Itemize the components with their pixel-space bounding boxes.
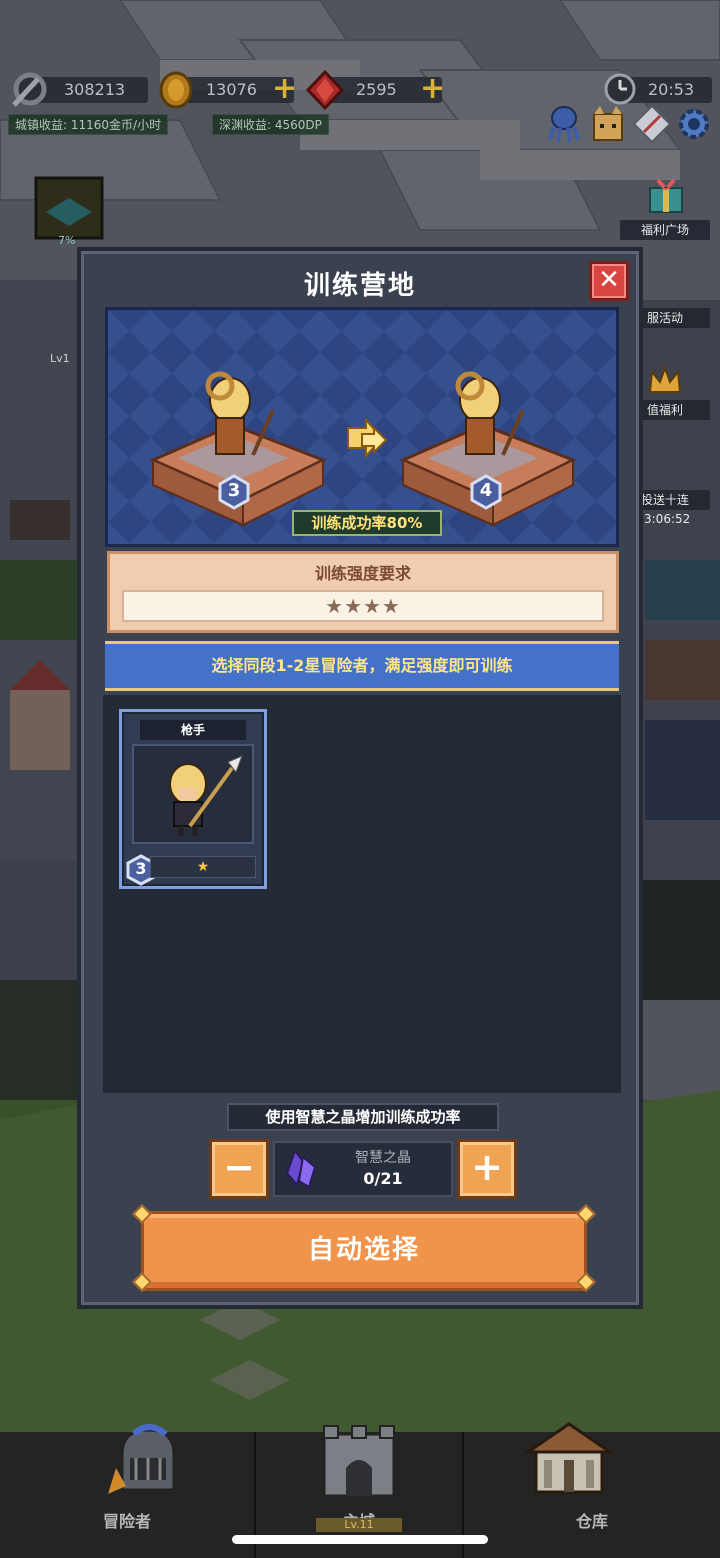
sword-shield-icon	[12, 72, 47, 107]
crystal-counter: 智慧之晶 0/21	[273, 1141, 453, 1197]
power-resource: 308213	[12, 72, 148, 107]
tier-before-label: 3	[227, 480, 241, 501]
power-value: 308213	[64, 80, 126, 99]
nav-main-city-level: Lv.11	[316, 1518, 402, 1532]
crystal-minus-button[interactable]: −	[209, 1139, 269, 1199]
cat-helper-icon[interactable]	[588, 104, 628, 144]
candidate-portrait	[132, 744, 254, 844]
close-button[interactable]: ✕	[589, 261, 629, 301]
candidate-list: 枪手 3 ★	[103, 695, 621, 1093]
build-progress-label: 7%	[58, 234, 76, 247]
clock-icon	[604, 73, 636, 105]
settings-gear-icon[interactable]	[674, 104, 714, 144]
crystal-name: 智慧之晶	[355, 1150, 411, 1166]
squid-icon[interactable]	[544, 104, 584, 144]
nav-adventurers-label: 冒险者	[102, 1512, 151, 1531]
close-icon: ✕	[598, 265, 620, 295]
castle-gate-icon	[322, 1425, 396, 1498]
selection-hint-bar: 选择同段1-2星冒险者，满足强度即可训练	[105, 641, 619, 691]
nav-warehouse[interactable]: 仓库	[464, 1422, 720, 1558]
crystal-count: 0/21	[363, 1169, 403, 1188]
success-rate-badge: 训练成功率80%	[292, 510, 442, 536]
spearman-portrait-icon	[169, 755, 243, 836]
building-level-label: Lv1	[50, 352, 70, 365]
requirement-stars: ★★★★	[122, 590, 604, 622]
auto-select-button[interactable]: 自动选择	[141, 1211, 587, 1291]
abyss-income-label: 深渊收益: 4560DP	[212, 114, 329, 135]
add-gold-button[interactable]: +	[272, 74, 297, 104]
nav-adventurers[interactable]: 冒险者	[0, 1424, 254, 1558]
crystal-hint-label: 使用智慧之晶增加训练成功率	[227, 1103, 499, 1131]
gold-value: 13076	[206, 80, 257, 99]
home-indicator[interactable]	[232, 1535, 488, 1544]
welfare-plaza-label: 福利广场	[620, 220, 710, 240]
compass-icon[interactable]	[632, 104, 672, 144]
add-gem-button[interactable]: +	[420, 74, 445, 104]
welfare-plaza-button[interactable]: 福利广场	[620, 174, 710, 244]
gift-box-icon	[649, 178, 683, 213]
modal-title: 训练营地	[303, 271, 416, 301]
training-preview-stage: 3 4 训练成功率80%	[105, 307, 619, 547]
red-gem-icon	[305, 69, 345, 111]
clock-display: 20:53	[604, 73, 712, 105]
tier-after-label: 4	[479, 480, 493, 501]
training-camp-modal: 训练营地 ✕ 3 4 训练成功率80% 训练强度要求 ★★★★ 选择同段1-2星…	[77, 247, 643, 1309]
requirement-title: 训练强度要求	[314, 564, 411, 583]
nav-warehouse-label: 仓库	[575, 1512, 608, 1531]
town-income-label: 城镇收益: 11160金币/小时	[8, 114, 169, 135]
crystal-plus-button[interactable]: +	[457, 1139, 517, 1199]
auto-select-label: 自动选择	[307, 1235, 420, 1265]
strength-requirement-panel: 训练强度要求 ★★★★	[107, 551, 619, 633]
candidate-card[interactable]: 枪手 3 ★	[119, 709, 267, 889]
clock-value: 20:53	[648, 80, 695, 99]
crown-icon	[648, 365, 682, 393]
free-ten-draw-timer: 3:06:52	[644, 512, 691, 526]
candidate-stars: ★	[150, 856, 256, 878]
candidate-name: 枪手	[140, 720, 246, 740]
gem-value: 2595	[356, 80, 397, 99]
knight-helmet-icon	[108, 1424, 176, 1494]
gold-coin-icon	[159, 71, 193, 109]
warehouse-icon	[524, 1422, 614, 1494]
